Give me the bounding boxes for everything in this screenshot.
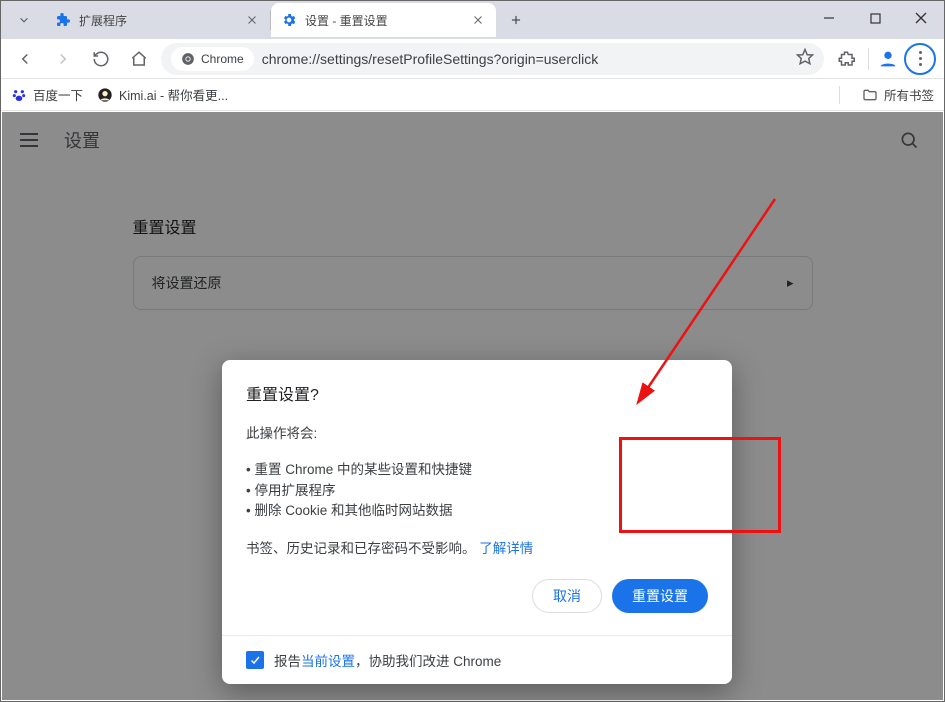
reset-dialog: 重置设置? 此操作将会: 重置 Chrome 中的某些设置和快捷键 停用扩展程序… — [222, 360, 732, 684]
address-bar: Chrome chrome://settings/resetProfileSet… — [1, 39, 944, 79]
bullet-item: 停用扩展程序 — [246, 481, 708, 501]
omnibox[interactable]: Chrome chrome://settings/resetProfileSet… — [161, 43, 824, 75]
back-button[interactable] — [9, 43, 41, 75]
bookmarks-bar: 百度一下 Kimi.ai - 帮你看更... 所有书签 — [1, 79, 944, 111]
bookmark-baidu[interactable]: 百度一下 — [11, 85, 83, 104]
confirm-reset-button[interactable]: 重置设置 — [612, 579, 708, 613]
site-chip[interactable]: Chrome — [171, 47, 254, 71]
window-close-button[interactable] — [898, 1, 944, 35]
report-checkbox[interactable] — [246, 651, 264, 669]
puzzle-icon — [55, 12, 71, 28]
bookmark-label: Kimi.ai - 帮你看更... — [119, 85, 228, 104]
close-icon[interactable] — [470, 12, 486, 28]
reload-button[interactable] — [85, 43, 117, 75]
bullet-item: 重置 Chrome 中的某些设置和快捷键 — [246, 460, 708, 480]
cancel-button[interactable]: 取消 — [532, 579, 602, 613]
current-settings-link[interactable]: 当前设置 — [301, 654, 355, 669]
tab-label: 设置 - 重置设置 — [305, 12, 462, 29]
home-button[interactable] — [123, 43, 155, 75]
window-maximize-button[interactable] — [852, 1, 898, 35]
bookmark-label: 百度一下 — [33, 85, 83, 104]
close-icon[interactable] — [244, 12, 260, 28]
avatar-icon — [97, 87, 113, 103]
new-tab-button[interactable] — [502, 6, 530, 34]
bookmarks-divider — [839, 86, 840, 104]
browser-menu-button[interactable] — [904, 43, 936, 75]
window-minimize-button[interactable] — [806, 1, 852, 35]
paw-icon — [11, 87, 27, 103]
gear-icon — [281, 12, 297, 28]
bookmark-kimi[interactable]: Kimi.ai - 帮你看更... — [97, 85, 228, 104]
learn-more-link[interactable]: 了解详情 — [479, 541, 533, 556]
extensions-button[interactable] — [830, 43, 862, 75]
note-prefix: 书签、历史记录和已存密码不受影响。 — [246, 541, 476, 556]
dialog-title: 重置设置? — [246, 384, 708, 408]
url-text: chrome://settings/resetProfileSettings?o… — [262, 51, 788, 67]
page-viewport: 设置 重置设置 将设置还原 ▸ 重置设置? 此操作将会: 重置 Chrome 中… — [2, 112, 943, 700]
folder-icon — [862, 87, 878, 103]
all-bookmarks-button[interactable]: 所有书签 — [862, 85, 934, 104]
dialog-subtitle: 此操作将会: — [246, 424, 708, 444]
tab-extensions[interactable]: 扩展程序 — [45, 3, 270, 37]
dialog-note: 书签、历史记录和已存密码不受影响。 了解详情 — [246, 539, 708, 559]
dialog-bullets: 重置 Chrome 中的某些设置和快捷键 停用扩展程序 删除 Cookie 和其… — [246, 460, 708, 521]
tab-label: 扩展程序 — [79, 12, 236, 29]
star-icon[interactable] — [796, 48, 814, 69]
forward-button[interactable] — [47, 43, 79, 75]
site-chip-label: Chrome — [201, 52, 244, 66]
browser-titlebar: 扩展程序 设置 - 重置设置 — [1, 1, 944, 39]
bullet-item: 删除 Cookie 和其他临时网站数据 — [246, 501, 708, 521]
tab-search-button[interactable] — [7, 6, 41, 34]
report-label: 报告当前设置，协助我们改进 Chrome — [274, 650, 501, 670]
toolbar-divider — [864, 43, 872, 75]
all-bookmarks-label: 所有书签 — [884, 85, 934, 104]
tab-settings[interactable]: 设置 - 重置设置 — [271, 3, 496, 37]
profile-button[interactable] — [874, 45, 902, 73]
chrome-icon — [181, 52, 195, 66]
